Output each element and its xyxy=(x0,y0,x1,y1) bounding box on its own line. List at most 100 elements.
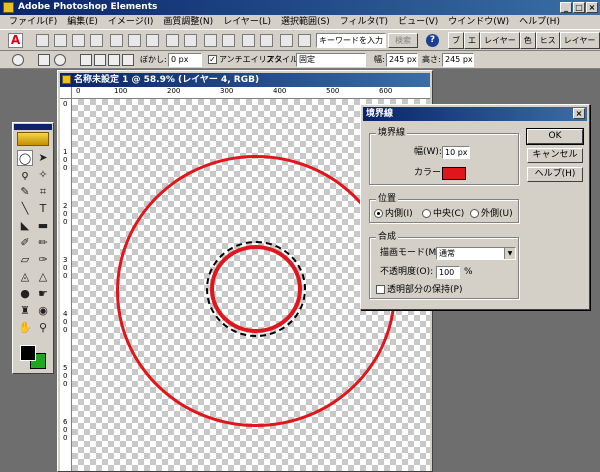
gradient-tool-icon[interactable]: ▬ xyxy=(35,218,51,234)
brush-tool-icon[interactable]: ✐ xyxy=(17,235,33,251)
dialog-close-button[interactable]: × xyxy=(573,108,585,119)
position-outside-label: 外側(U) xyxy=(481,209,513,219)
help-button[interactable]: ヘルプ(H) xyxy=(527,167,583,182)
menu-view[interactable]: ビュー(V) xyxy=(393,15,443,29)
stroke-color-swatch[interactable] xyxy=(442,167,466,180)
stroke-dialog: 境界線 × 境界線 幅(W): 10 px カラー: 位置 内側(I) 中央(C… xyxy=(360,104,590,310)
style-select[interactable]: 固定 xyxy=(296,53,366,67)
new-file-icon[interactable] xyxy=(36,34,49,47)
palette-tab-effects[interactable]: エ xyxy=(464,32,480,49)
blur-tool-icon[interactable]: ◬ xyxy=(17,269,33,285)
position-center-radio[interactable]: 中央(C) xyxy=(422,208,464,220)
ruler-h-label: 300 xyxy=(220,87,234,95)
menu-edit[interactable]: 編集(E) xyxy=(62,15,103,29)
open-file-icon[interactable] xyxy=(54,34,67,47)
print-preview-icon[interactable] xyxy=(204,34,217,47)
ellipse-option-icon[interactable] xyxy=(54,54,66,66)
height-input[interactable]: 245 px xyxy=(442,53,474,67)
menu-select[interactable]: 選択範囲(S) xyxy=(276,15,335,29)
step-forward-icon[interactable] xyxy=(298,34,311,47)
stroke-color-label: カラー: xyxy=(414,168,445,178)
online-icon[interactable] xyxy=(184,34,197,47)
line-tool-icon[interactable]: ╲ xyxy=(17,201,33,217)
minimize-button[interactable]: _ xyxy=(560,2,572,13)
email-icon[interactable] xyxy=(166,34,179,47)
palette-tab-layer-styles[interactable]: レイヤー xyxy=(480,32,520,49)
selection-brush-icon[interactable]: ✎ xyxy=(17,184,33,200)
sponge-tool-icon[interactable]: ● xyxy=(17,286,33,302)
toolbox: ◯ ➤ ϙ ✧ ✎ ⌗ ╲ T ◣ ▬ ✐ ✏ ▱ ✑ ◬ △ ● ☛ ♜ ◉ … xyxy=(12,122,54,374)
sharpen-tool-icon[interactable]: △ xyxy=(35,269,51,285)
hand-tool-icon[interactable]: ✋ xyxy=(17,320,33,336)
dialog-titlebar[interactable]: 境界線 × xyxy=(363,107,587,121)
rect-marquee-icon[interactable] xyxy=(38,54,50,66)
smudge-tool-icon[interactable]: ☛ xyxy=(35,286,51,302)
menu-filter[interactable]: フィルタ(T) xyxy=(335,15,393,29)
horizontal-ruler[interactable]: 0 100 200 300 400 500 600 xyxy=(72,87,430,99)
palette-tab-color[interactable]: 色 xyxy=(519,32,536,49)
crop-tool-icon[interactable]: ⌗ xyxy=(35,184,51,200)
foreground-color-swatch[interactable] xyxy=(20,345,36,361)
redo-icon[interactable] xyxy=(260,34,273,47)
app-icon xyxy=(3,2,14,13)
blend-mode-select[interactable]: 通常 ▼ xyxy=(436,247,516,260)
help-icon[interactable]: ? xyxy=(426,34,439,47)
close-button[interactable]: × xyxy=(586,2,598,13)
position-outside-radio[interactable]: 外側(U) xyxy=(470,208,513,220)
ok-button[interactable]: OK xyxy=(526,128,584,145)
ruler-v-label: 4 xyxy=(63,310,68,318)
web-gallery-icon[interactable] xyxy=(222,34,235,47)
paint-bucket-icon[interactable]: ◣ xyxy=(17,218,33,234)
menu-image[interactable]: イメージ(I) xyxy=(103,15,159,29)
new-selection-icon[interactable] xyxy=(80,54,92,66)
palette-tab-histogram[interactable]: ヒス xyxy=(535,32,560,49)
width-input[interactable]: 245 px xyxy=(386,53,418,67)
preserve-transparency-label: 透明部分の保持(P) xyxy=(387,285,463,295)
save-icon[interactable] xyxy=(110,34,123,47)
vertical-ruler[interactable]: 0 1 0 0 2 0 0 3 0 0 4 0 0 5 0 0 6 0 0 xyxy=(60,99,72,471)
elliptical-marquee-icon[interactable] xyxy=(12,54,24,66)
menu-enhance[interactable]: 画質調整(N) xyxy=(158,15,218,29)
menu-window[interactable]: ウインドウ(W) xyxy=(443,15,514,29)
eraser-tool-icon[interactable]: ▱ xyxy=(17,252,33,268)
menu-layer[interactable]: レイヤー(L) xyxy=(218,15,276,29)
maximize-button[interactable]: □ xyxy=(573,2,585,13)
pencil-tool-icon[interactable]: ✏ xyxy=(35,235,51,251)
red-eye-tool-icon[interactable]: ◉ xyxy=(35,303,51,319)
ruler-corner xyxy=(60,87,72,99)
browse-icon[interactable] xyxy=(72,34,85,47)
clone-stamp-icon[interactable]: ♜ xyxy=(17,303,33,319)
help-search-input[interactable]: キーワードを入力 xyxy=(316,33,386,48)
add-selection-icon[interactable] xyxy=(94,54,106,66)
undo-icon[interactable] xyxy=(242,34,255,47)
position-inside-radio[interactable]: 内側(I) xyxy=(374,208,413,220)
ruler-v-label: 0 xyxy=(63,164,68,172)
import-icon[interactable] xyxy=(90,34,103,47)
zoom-tool-icon[interactable]: ⚲ xyxy=(35,320,51,336)
palette-tab-brushes[interactable]: ブ xyxy=(448,32,464,49)
selection-marquee[interactable] xyxy=(206,241,306,337)
type-tool-icon[interactable]: T xyxy=(35,201,51,217)
subtract-selection-icon[interactable] xyxy=(108,54,120,66)
menu-file[interactable]: ファイル(F) xyxy=(4,15,62,29)
stroke-width-input[interactable]: 10 px xyxy=(442,146,470,159)
step-backward-icon[interactable] xyxy=(280,34,293,47)
search-button[interactable]: 検索 xyxy=(388,33,418,48)
feather-input[interactable]: 0 px xyxy=(168,53,202,67)
move-tool-icon[interactable]: ➤ xyxy=(35,150,51,166)
marquee-tool-icon[interactable]: ◯ xyxy=(17,150,33,166)
palette-tab-layers[interactable]: レイヤー xyxy=(559,32,600,49)
document-titlebar[interactable]: 名称未設定 1 @ 58.9% (レイヤー 4, RGB) xyxy=(60,73,430,87)
intersect-selection-icon[interactable] xyxy=(122,54,134,66)
ruler-v-label: 2 xyxy=(63,202,68,210)
save-web-icon[interactable] xyxy=(128,34,141,47)
magic-wand-tool-icon[interactable]: ✧ xyxy=(35,167,51,183)
menu-help[interactable]: ヘルプ(H) xyxy=(514,15,565,29)
impressionist-brush-icon[interactable]: ✑ xyxy=(35,252,51,268)
lasso-tool-icon[interactable]: ϙ xyxy=(17,167,33,183)
print-icon[interactable] xyxy=(146,34,159,47)
opacity-input[interactable]: 100 xyxy=(436,266,460,279)
cancel-button[interactable]: キャンセル xyxy=(527,148,583,163)
toolbox-grip[interactable] xyxy=(14,124,52,130)
preserve-transparency-checkbox[interactable]: 透明部分の保持(P) xyxy=(376,284,462,296)
